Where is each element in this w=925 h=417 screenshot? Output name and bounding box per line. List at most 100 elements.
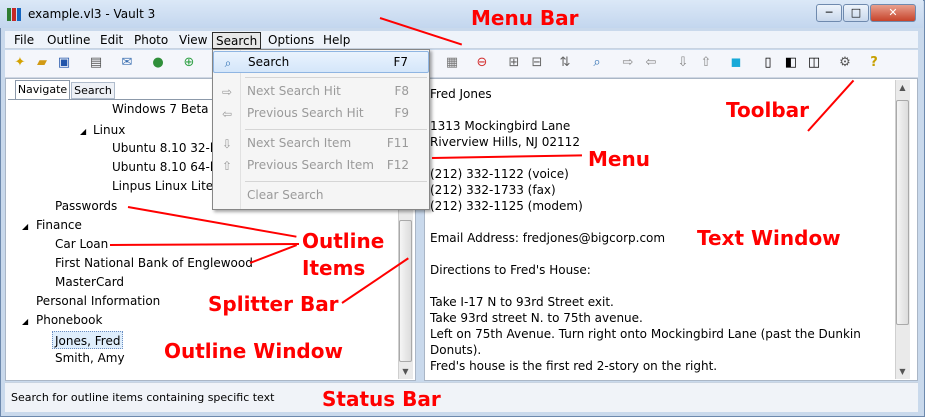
sort-icon[interactable]: ⇅ — [557, 55, 573, 71]
menu-item-previous-search-item[interactable]: ⇧ Previous Search Item F12 — [213, 155, 429, 177]
arrow-right-icon: ⇨ — [221, 85, 233, 99]
arrow-down-icon: ⇩ — [221, 137, 233, 151]
tree-expander-icon[interactable]: ◢ — [22, 313, 28, 331]
text-line: Fred's house is the first red 2-story on… — [430, 359, 718, 373]
zoom-icon[interactable]: ⌕ — [589, 55, 605, 71]
delete-icon[interactable]: ⊖ — [474, 55, 490, 71]
layout-icon[interactable]: ◼ — [728, 55, 744, 71]
arrow-down-icon[interactable]: ⇩ — [675, 55, 691, 71]
menu-item-label: Previous Search Item — [247, 158, 374, 172]
tab-navigate[interactable]: Navigate — [15, 80, 70, 99]
text-line: Take I-17 N to 93rd Street exit. — [430, 295, 614, 309]
menu-item-previous-search-hit[interactable]: ⇦ Previous Search Hit F9 — [213, 103, 429, 125]
text-line: 1313 Mockingbird Lane — [430, 119, 571, 133]
menu-item-label: Next Search Hit — [247, 84, 341, 98]
menu-photo[interactable]: Photo — [131, 32, 171, 49]
layout-split-icon[interactable]: ◧ — [783, 55, 799, 71]
annotation-menu-bar: Menu Bar — [471, 6, 579, 30]
scroll-down-icon[interactable]: ▼ — [895, 364, 910, 379]
menu-outline[interactable]: Outline — [44, 32, 93, 49]
text-scroll-thumb[interactable] — [896, 100, 909, 325]
tree-item-finance[interactable]: Finance — [36, 216, 82, 234]
photo-icon[interactable]: ▦ — [444, 55, 460, 71]
text-line: Donuts). — [430, 343, 482, 357]
menu-shortcut: F12 — [386, 158, 409, 172]
save-icon[interactable]: ▣ — [56, 55, 72, 71]
menu-item-clear-search[interactable]: Clear Search — [213, 185, 429, 207]
menu-view[interactable]: View — [176, 32, 210, 49]
menu-item-label: Previous Search Hit — [247, 106, 364, 120]
text-line: Directions to Fred's House: — [430, 263, 591, 277]
tree-item-personal-information[interactable]: Personal Information — [36, 292, 160, 310]
scroll-down-icon[interactable]: ▼ — [398, 364, 413, 379]
annotation-toolbar: Toolbar — [726, 98, 809, 122]
menu-file[interactable]: File — [11, 32, 37, 49]
open-folder-icon[interactable]: ▰ — [34, 55, 50, 71]
text-line: (212) 332-1733 (fax) — [430, 183, 556, 197]
tree-item-smith-amy[interactable]: Smith, Amy — [55, 349, 125, 367]
tree-item-mastercard[interactable]: MasterCard — [55, 273, 124, 291]
menu-options[interactable]: Options — [265, 32, 317, 49]
text-line: Email Address: fredjones@bigcorp.com — [430, 231, 666, 245]
text-line: Left on 75th Avenue. Turn right onto Moc… — [430, 327, 861, 341]
scroll-up-icon[interactable]: ▲ — [895, 80, 910, 95]
menu-shortcut: F11 — [386, 136, 409, 150]
add-item-icon[interactable]: ⊕ — [181, 55, 197, 71]
magnifier-icon: ⌕ — [224, 56, 232, 70]
annotation-outline-items: Outline — [302, 229, 385, 253]
maximize-button[interactable]: □ — [843, 4, 869, 22]
gear-icon[interactable]: ⚙ — [837, 55, 853, 71]
layout-two-column-icon[interactable]: ◫ — [806, 55, 822, 71]
minimize-button[interactable]: ─ — [816, 4, 842, 22]
text-line: Riverview Hills, NJ 02112 — [430, 135, 580, 149]
menu-shortcut: F9 — [394, 106, 409, 120]
tree-item-ubuntu-32[interactable]: Ubuntu 8.10 32-b — [112, 139, 218, 157]
menu-separator — [245, 129, 427, 130]
annotation-outline-items: Items — [302, 256, 366, 280]
new-icon[interactable]: ✦ — [12, 55, 28, 71]
tree-item-linux[interactable]: Linux — [93, 121, 125, 139]
menu-item-search[interactable]: ⌕ Search F7 — [213, 51, 429, 73]
menu-item-label: Next Search Item — [247, 136, 352, 150]
menu-help[interactable]: Help — [320, 32, 353, 49]
arrow-left-icon[interactable]: ⇦ — [643, 55, 659, 71]
tree-item-ubuntu-64[interactable]: Ubuntu 8.10 64-b — [112, 158, 218, 176]
annotation-text-window: Text Window — [697, 226, 841, 250]
arrow-left-icon: ⇦ — [221, 107, 233, 121]
tree-expander-icon[interactable]: ◢ — [80, 123, 86, 141]
tree-item-passwords[interactable]: Passwords — [55, 197, 117, 215]
arrow-up-icon[interactable]: ⇧ — [698, 55, 714, 71]
email-icon[interactable]: ✉ — [119, 55, 135, 71]
menu-shortcut: F7 — [393, 55, 408, 69]
text-line: Fred Jones — [430, 87, 492, 101]
annotation-status-bar: Status Bar — [322, 387, 441, 411]
tree-item-car-loan[interactable]: Car Loan — [55, 235, 108, 253]
tree-item-windows-7-beta[interactable]: Windows 7 Beta — [112, 100, 209, 118]
outdent-icon[interactable]: ⊟ — [529, 55, 545, 71]
globe-icon[interactable]: ● — [150, 55, 166, 71]
menu-search[interactable]: Search — [212, 32, 262, 49]
menu-edit[interactable]: Edit — [97, 32, 126, 49]
menu-item-next-search-hit[interactable]: ⇨ Next Search Hit F8 — [213, 81, 429, 103]
menu-item-next-search-item[interactable]: ⇩ Next Search Item F11 — [213, 133, 429, 155]
help-icon[interactable]: ? — [866, 55, 882, 71]
menu-shortcut: F8 — [394, 84, 409, 98]
tree-item-jones-fred[interactable]: Jones, Fred — [52, 331, 124, 349]
print-icon[interactable]: ▤ — [88, 55, 104, 71]
close-button[interactable]: ✕ — [870, 4, 916, 22]
tree-expander-icon[interactable]: ◢ — [22, 218, 28, 236]
menu-separator — [245, 77, 427, 78]
outline-scroll-thumb[interactable] — [399, 220, 412, 362]
text-line: Take 93rd street N. to 75th avenue. — [430, 311, 643, 325]
window-title: example.vl3 - Vault 3 — [28, 7, 156, 21]
arrow-right-icon[interactable]: ⇨ — [620, 55, 636, 71]
tree-item-linpus[interactable]: Linpus Linux Lite — [112, 177, 213, 195]
menu-separator — [245, 181, 427, 182]
layout-left-icon[interactable]: ▯ — [760, 55, 776, 71]
tab-search[interactable]: Search — [71, 82, 115, 99]
tree-item-first-national[interactable]: First National Bank of Englewood — [55, 254, 253, 272]
tree-item-phonebook[interactable]: Phonebook — [36, 311, 102, 329]
indent-icon[interactable]: ⊞ — [506, 55, 522, 71]
toolbar — [5, 50, 918, 78]
vault-app-icon[interactable] — [6, 6, 22, 22]
